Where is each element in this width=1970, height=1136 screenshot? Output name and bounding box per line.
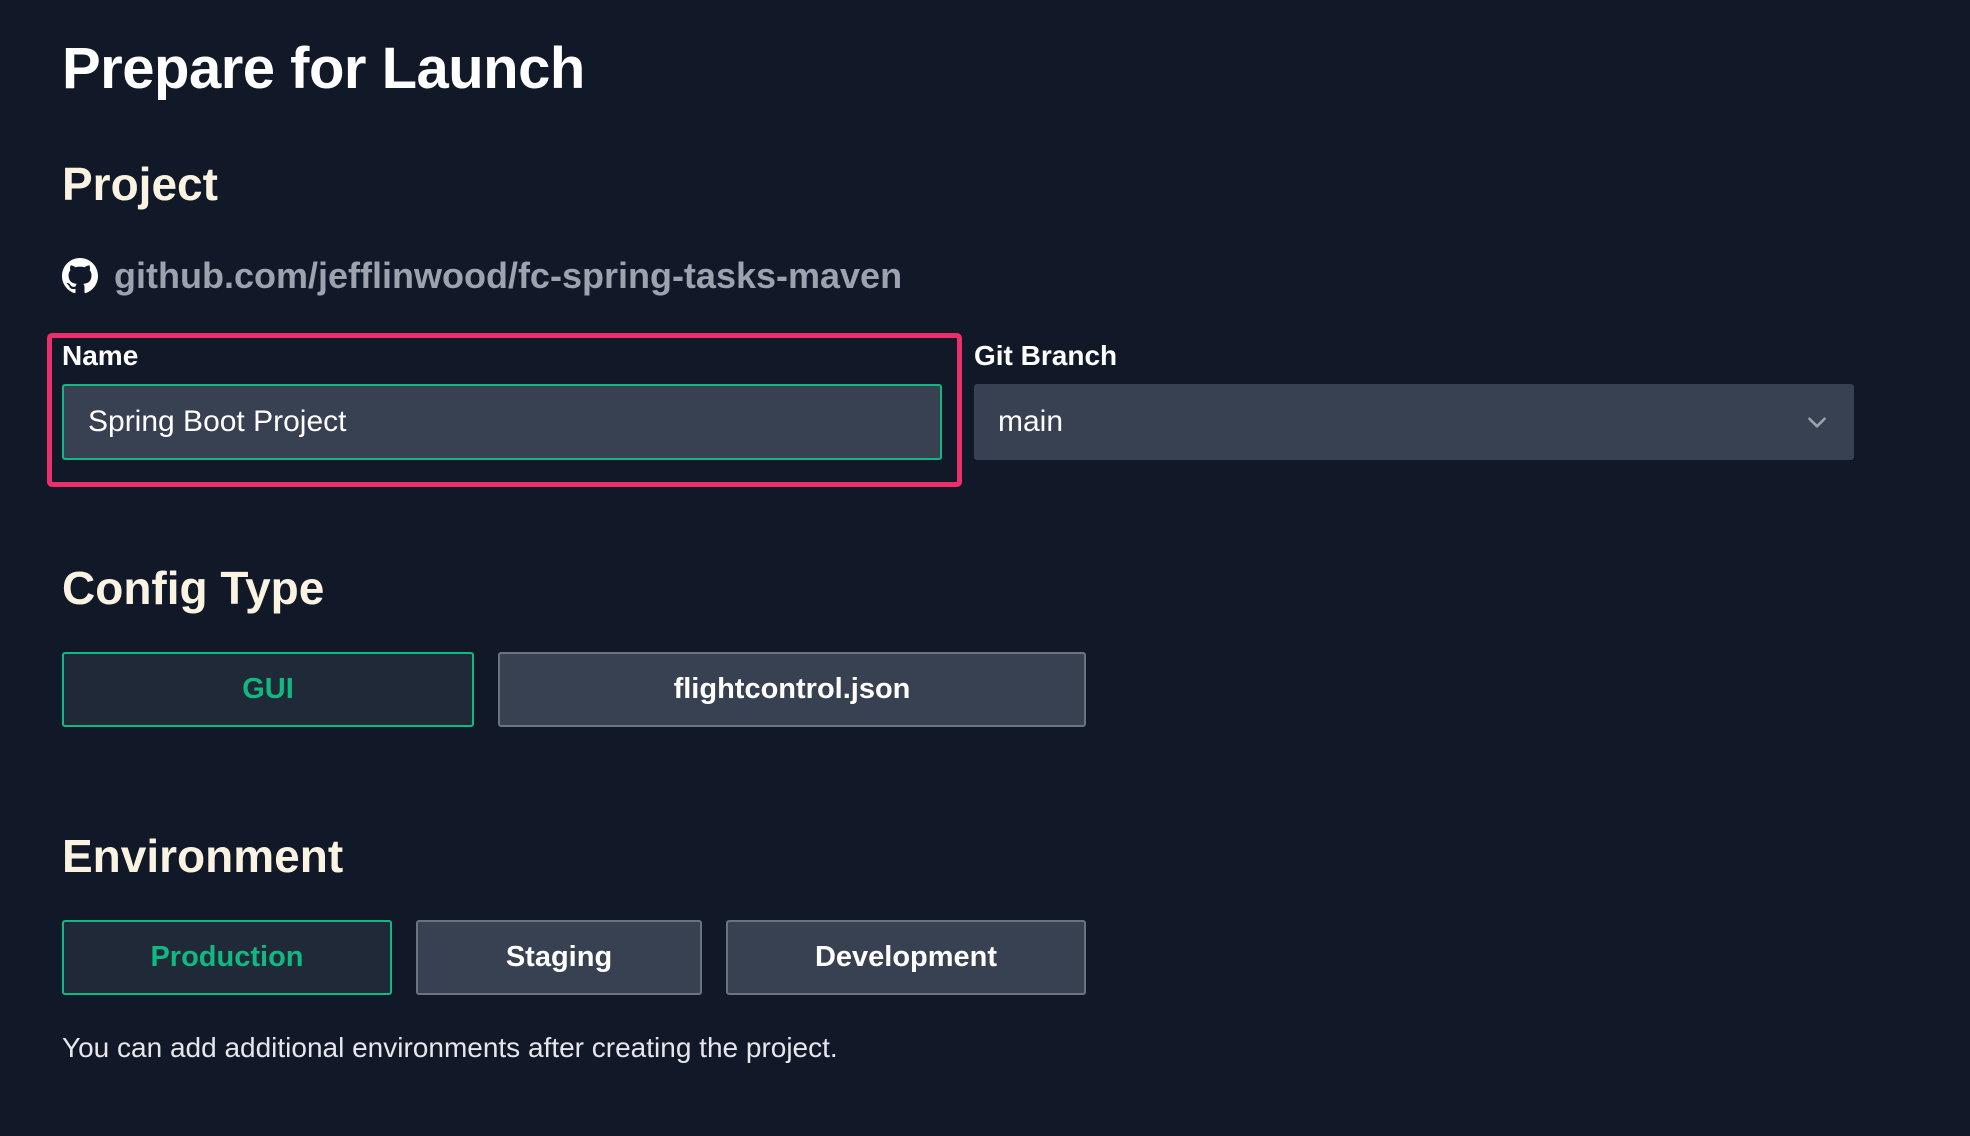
config-type-json-button[interactable]: flightcontrol.json: [498, 652, 1086, 727]
environment-staging-button[interactable]: Staging: [416, 920, 702, 995]
name-field-label: Name: [62, 340, 139, 371]
environment-development-button[interactable]: Development: [726, 920, 1086, 995]
git-branch-label: Git Branch: [974, 340, 1118, 371]
name-input[interactable]: [62, 384, 942, 460]
prepare-launch-page: Prepare for Launch Project github.com/je…: [0, 0, 1970, 1136]
project-heading: Project: [62, 158, 218, 210]
page-title: Prepare for Launch: [62, 36, 585, 101]
chevron-down-icon: [1804, 409, 1830, 435]
environment-helper-text: You can add additional environments afte…: [62, 1032, 838, 1063]
environment-heading: Environment: [62, 830, 344, 882]
git-branch-value: main: [998, 405, 1064, 438]
environment-production-button[interactable]: Production: [62, 920, 392, 995]
repo-link[interactable]: github.com/jefflinwood/fc-spring-tasks-m…: [62, 252, 902, 300]
github-icon: [62, 258, 98, 294]
git-branch-select[interactable]: main: [974, 384, 1854, 460]
repo-url: github.com/jefflinwood/fc-spring-tasks-m…: [114, 255, 903, 296]
config-type-heading: Config Type: [62, 562, 325, 614]
config-type-gui-button[interactable]: GUI: [62, 652, 474, 727]
